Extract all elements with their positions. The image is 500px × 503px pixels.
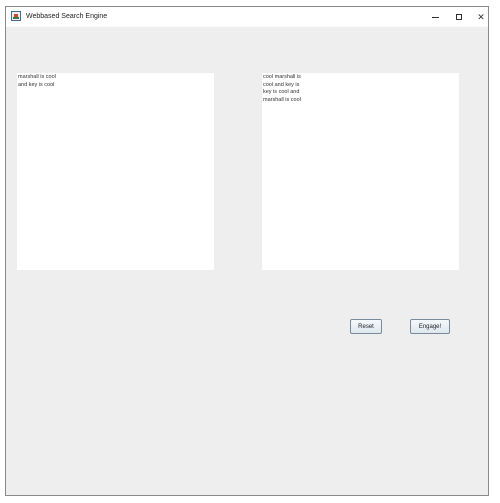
reset-button[interactable]: Reset <box>350 319 382 334</box>
engage-button[interactable]: Engage! <box>410 319 450 334</box>
close-icon: ✕ <box>477 11 485 22</box>
window-title: Webbased Search Engine <box>26 13 108 20</box>
minimize-icon <box>431 16 439 18</box>
maximize-button[interactable] <box>447 7 471 27</box>
input-text-area[interactable] <box>17 73 214 270</box>
title-bar[interactable]: Webbased Search Engine ✕ <box>6 7 488 27</box>
maximize-icon <box>456 14 462 20</box>
app-window: Webbased Search Engine ✕ Reset Engage! <box>5 6 489 496</box>
close-button[interactable]: ✕ <box>469 7 493 27</box>
output-text-area[interactable] <box>262 73 459 270</box>
java-app-icon <box>11 11 21 21</box>
minimize-button[interactable] <box>423 7 447 27</box>
